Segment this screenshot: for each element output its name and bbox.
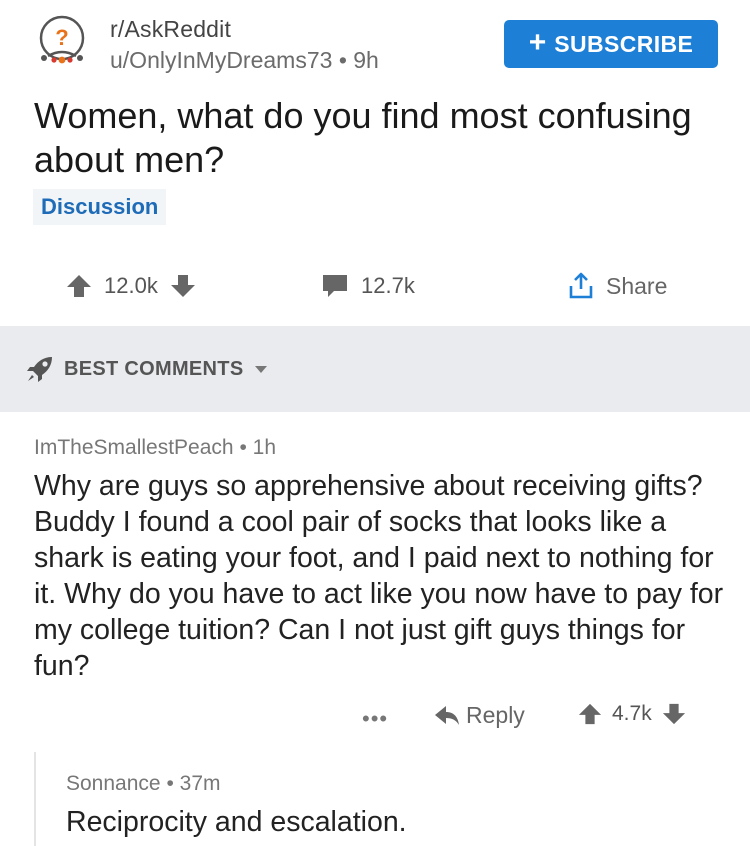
share-label: Share xyxy=(606,272,668,299)
post-vote-group: 12.0k xyxy=(66,258,196,314)
caret-down-icon xyxy=(253,363,269,375)
separator-dot: • xyxy=(166,772,174,795)
reply-button[interactable]: Reply xyxy=(434,702,525,729)
nested-reply: Sonnance • 37m Reciprocity and escalatio… xyxy=(34,752,750,846)
comment-score: 4.7k xyxy=(612,702,652,725)
post-title: Women, what do you find most confusing a… xyxy=(34,95,692,180)
rocket-icon xyxy=(26,355,54,383)
share-icon xyxy=(566,271,596,301)
comment-actions: ••• Reply 4.7k xyxy=(0,700,750,740)
reply-arrow-icon xyxy=(434,704,460,728)
comment-vote-group: 4.7k xyxy=(578,702,686,726)
separator-dot: • xyxy=(338,47,347,73)
post-author[interactable]: u/OnlyInMyDreams73 xyxy=(110,47,332,73)
upvote-icon[interactable] xyxy=(578,702,602,726)
share-button[interactable]: Share xyxy=(566,258,667,314)
plus-icon: + xyxy=(528,25,547,59)
more-options-button[interactable]: ••• xyxy=(362,706,388,732)
reply-author[interactable]: Sonnance xyxy=(66,772,161,795)
subscribe-button[interactable]: + SUBSCRIBE xyxy=(504,20,718,68)
post-header: ? r/AskReddit u/OnlyInMyDreams73 • 9h + … xyxy=(0,0,750,80)
reply-body: Reciprocity and escalation. xyxy=(66,806,407,838)
svg-text:?: ? xyxy=(55,25,68,50)
post-age: 9h xyxy=(353,47,379,73)
comments-button[interactable]: 12.7k xyxy=(321,258,415,314)
comment: ImTheSmallestPeach • 1h Why are guys so … xyxy=(34,436,724,684)
separator-dot: • xyxy=(239,436,247,459)
post-action-bar: 12.0k 12.7k Share xyxy=(0,258,750,314)
downvote-icon[interactable] xyxy=(662,702,686,726)
comment-author[interactable]: ImTheSmallestPeach xyxy=(34,436,234,459)
sort-label: BEST COMMENTS xyxy=(64,357,244,380)
comment-sort-bar[interactable]: BEST COMMENTS xyxy=(0,326,750,412)
post-byline: u/OnlyInMyDreams73 • 9h xyxy=(110,47,379,74)
subscribe-label: SUBSCRIBE xyxy=(554,30,694,57)
comment-count: 12.7k xyxy=(361,273,415,298)
comment-age: 1h xyxy=(252,436,276,459)
subreddit-name[interactable]: r/AskReddit xyxy=(110,16,379,43)
reply-label: Reply xyxy=(466,702,525,728)
upvote-icon[interactable] xyxy=(66,273,92,299)
subreddit-avatar-icon[interactable]: ? xyxy=(34,12,90,68)
reply-age: 37m xyxy=(179,772,221,795)
downvote-icon[interactable] xyxy=(170,273,196,299)
post-meta: r/AskReddit u/OnlyInMyDreams73 • 9h xyxy=(110,16,379,74)
comment-body: Why are guys so apprehensive about recei… xyxy=(34,470,724,682)
comment-meta: ImTheSmallestPeach • 1h xyxy=(34,436,724,460)
comment-icon xyxy=(321,272,349,300)
post-flair[interactable]: Discussion xyxy=(33,189,167,225)
reply-meta: Sonnance • 37m xyxy=(66,772,750,796)
post-score: 12.0k xyxy=(104,273,158,298)
